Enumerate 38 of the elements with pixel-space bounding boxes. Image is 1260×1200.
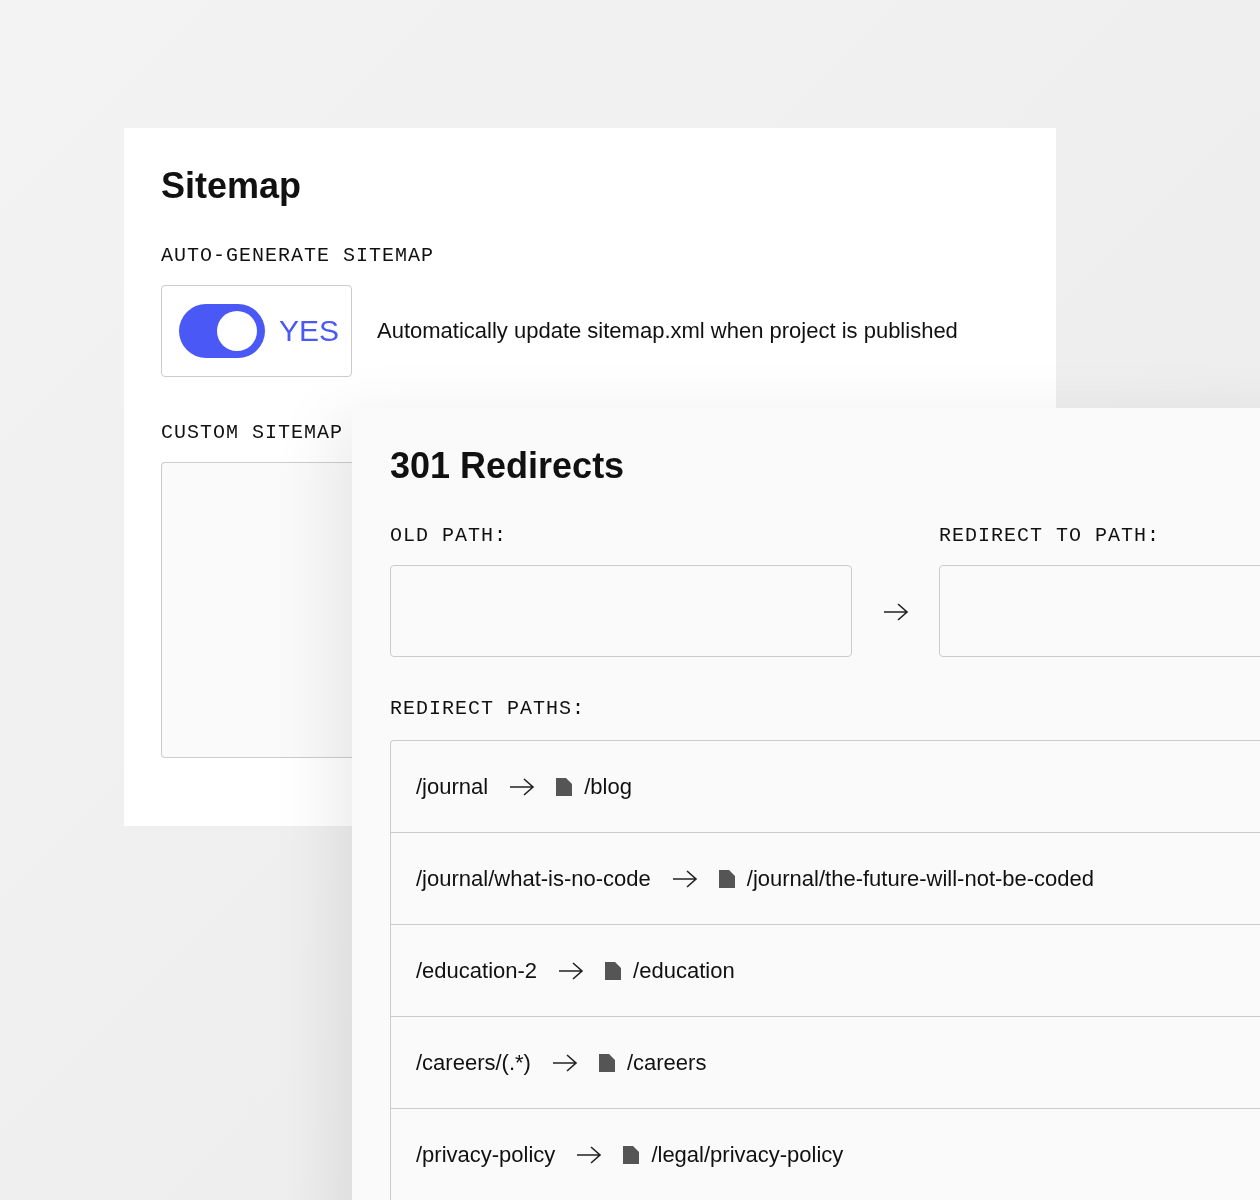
target-path: /legal/privacy-policy [651,1141,844,1168]
old-path: /careers/(.*) [416,1049,531,1076]
page-icon [598,1053,615,1072]
old-path: /privacy-policy [416,1141,556,1168]
old-path: /journal/what-is-no-code [416,865,651,892]
arrow-icon [575,1144,604,1165]
redirect-row[interactable]: /journal /blog [391,741,1260,833]
target-path: /journal/the-future-will-not-be-coded [746,865,1095,892]
arrow-icon [670,868,699,889]
toggle-switch[interactable]: YES [161,285,352,377]
custom-sitemap-field[interactable] [161,462,352,758]
target-path: /careers [626,1049,707,1076]
arrow-icon [508,776,537,797]
card-title: 301 Redirects [390,448,626,484]
target-path: /blog [584,773,632,800]
redirect-row[interactable]: /journal/what-is-no-code /journal/the-future-will-not-be-coded [391,833,1260,925]
page-icon [718,869,735,888]
target-path: /education [633,957,735,984]
field-label: REDIRECT PATHS: [390,697,587,720]
old-path-field[interactable] [390,565,852,657]
arrow-icon [550,1052,579,1073]
page-icon [623,1145,640,1164]
page-icon [556,777,573,796]
card-title: Sitemap [161,168,303,204]
arrow-icon [557,960,586,981]
redirect-row[interactable]: /careers/(.*) /careers [391,1017,1260,1109]
toggle-description: Automatically update sitemap.xml when project is published [377,318,958,344]
redirect-row[interactable]: /education-2 /education [391,925,1260,1017]
field-label: AUTO-GENERATE SITEMAP [161,244,436,267]
redirect-path-field[interactable] [939,565,1260,657]
field-label: OLD PATH: [390,524,509,547]
redirect-row[interactable]: /privacy-policy /legal/privacy-policy [391,1109,1260,1200]
old-path: /journal [416,773,489,800]
page-icon [605,961,622,980]
field-label: CUSTOM SITEMAP [161,421,345,444]
arrow-icon [882,602,910,622]
field-label: REDIRECT TO PATH: [939,524,1162,547]
old-path: /education-2 [416,957,538,984]
